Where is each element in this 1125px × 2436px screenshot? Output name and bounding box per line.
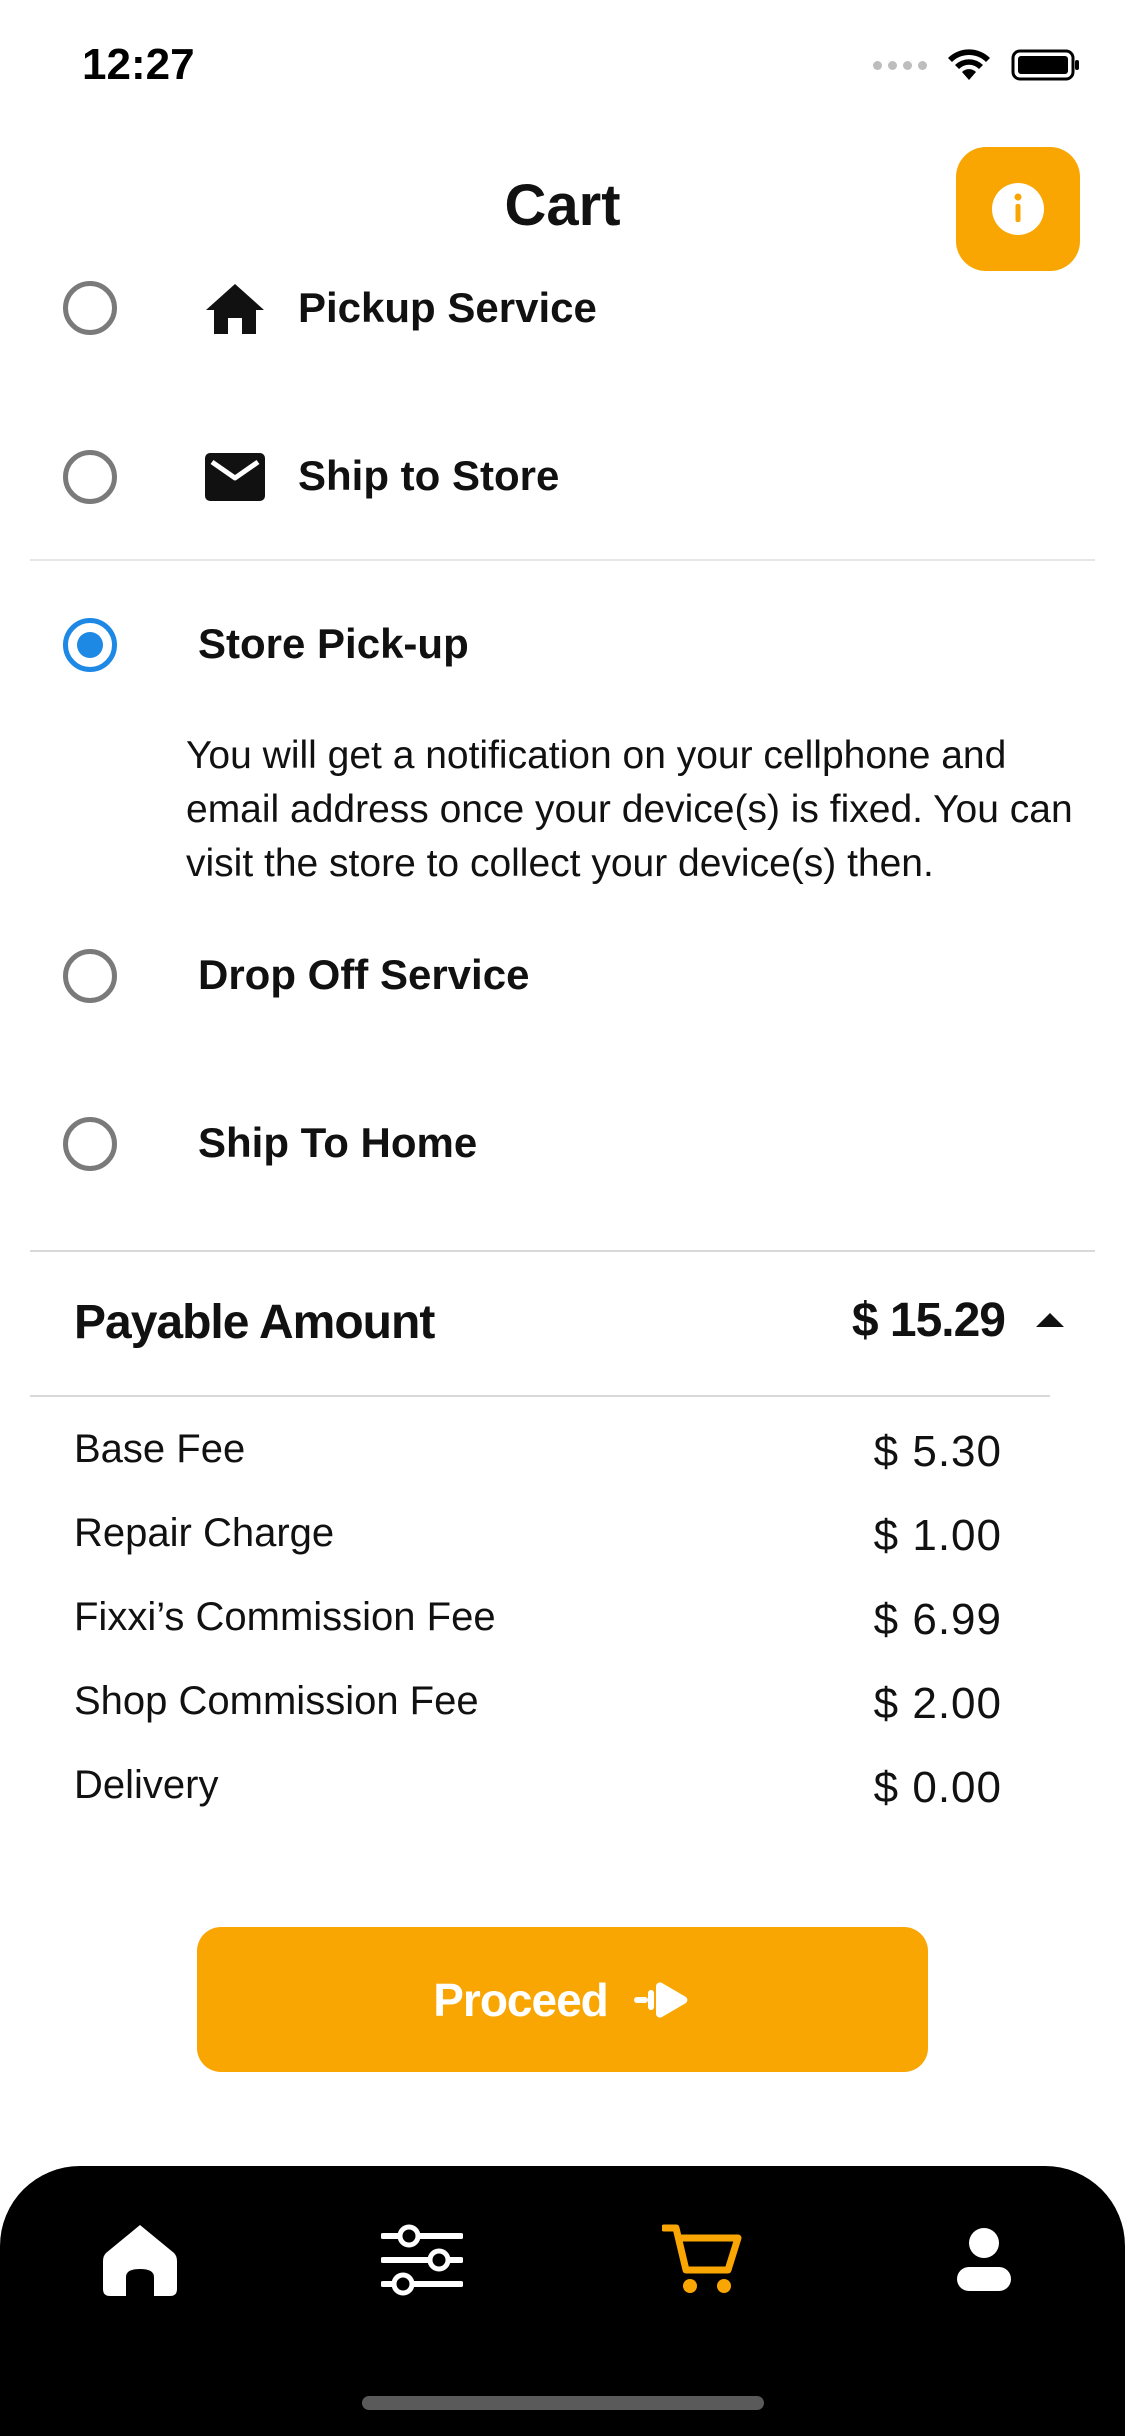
divider	[30, 1250, 1095, 1252]
fee-row: Shop Commission Fee $ 2.00	[74, 1679, 1002, 1729]
nav-home[interactable]	[90, 2210, 190, 2310]
fee-value: $ 6.99	[873, 1595, 1002, 1644]
fee-row: Base Fee $ 5.30	[74, 1427, 1002, 1477]
info-icon	[992, 183, 1044, 235]
option-label: Ship To Home	[198, 1119, 478, 1166]
fee-label: Repair Charge	[74, 1511, 335, 1555]
fee-label: Delivery	[74, 1763, 219, 1807]
divider	[30, 559, 1095, 561]
profile-icon	[957, 2228, 1011, 2291]
option-label: Ship to Store	[298, 452, 560, 499]
fee-value: $ 1.00	[873, 1511, 1002, 1560]
cellular-signal-icon	[873, 60, 927, 70]
info-button[interactable]	[956, 147, 1080, 271]
option-label: Pickup Service	[298, 284, 597, 331]
payable-label: Payable Amount	[74, 1296, 435, 1349]
nav-profile[interactable]	[934, 2210, 1034, 2310]
fee-value: $ 0.00	[873, 1763, 1002, 1812]
radio-drop-off-service[interactable]	[63, 949, 117, 1003]
proceed-button[interactable]: Proceed	[197, 1927, 928, 2072]
cart-icon	[662, 2224, 742, 2293]
status-time: 12:27	[82, 40, 195, 89]
wifi-icon	[948, 49, 990, 80]
radio-pickup-service[interactable]	[63, 281, 117, 335]
fee-value: $ 2.00	[873, 1679, 1002, 1728]
option-label: Store Pick-up	[198, 620, 469, 667]
home-icon	[103, 2225, 177, 2296]
payable-amount: $ 15.29	[851, 1294, 1006, 1347]
cart-screen: 12:27 Cart Pickup Service Ship to Store …	[0, 0, 1125, 2436]
home-icon	[200, 274, 270, 344]
fee-label: Base Fee	[74, 1427, 246, 1471]
battery-icon	[1011, 49, 1079, 81]
fee-value: $ 5.30	[873, 1427, 1002, 1476]
store-pickup-description: You will get a notification on your cell…	[186, 734, 1073, 885]
proceed-label: Proceed	[433, 1973, 609, 2026]
fee-row: Delivery $ 0.00	[74, 1763, 1002, 1813]
arrow-right-icon	[633, 1981, 688, 2018]
filters-icon	[381, 2224, 463, 2296]
fee-row: Fixxi’s Commission Fee $ 6.99	[74, 1595, 1002, 1645]
fee-row: Repair Charge $ 1.00	[74, 1511, 1002, 1561]
home-indicator	[362, 2396, 764, 2410]
option-label: Drop Off Service	[198, 951, 530, 998]
radio-store-pickup[interactable]	[63, 618, 117, 672]
radio-ship-to-store[interactable]	[63, 450, 117, 504]
nav-filters[interactable]	[372, 2210, 472, 2310]
fee-label: Shop Commission Fee	[74, 1679, 479, 1723]
divider	[30, 1395, 1050, 1397]
mail-icon	[200, 442, 270, 512]
fee-label: Fixxi’s Commission Fee	[74, 1595, 496, 1639]
status-icons	[873, 48, 1081, 82]
caret-up-icon[interactable]	[1036, 1313, 1064, 1327]
radio-ship-to-home[interactable]	[63, 1117, 117, 1171]
nav-cart[interactable]	[652, 2210, 752, 2310]
